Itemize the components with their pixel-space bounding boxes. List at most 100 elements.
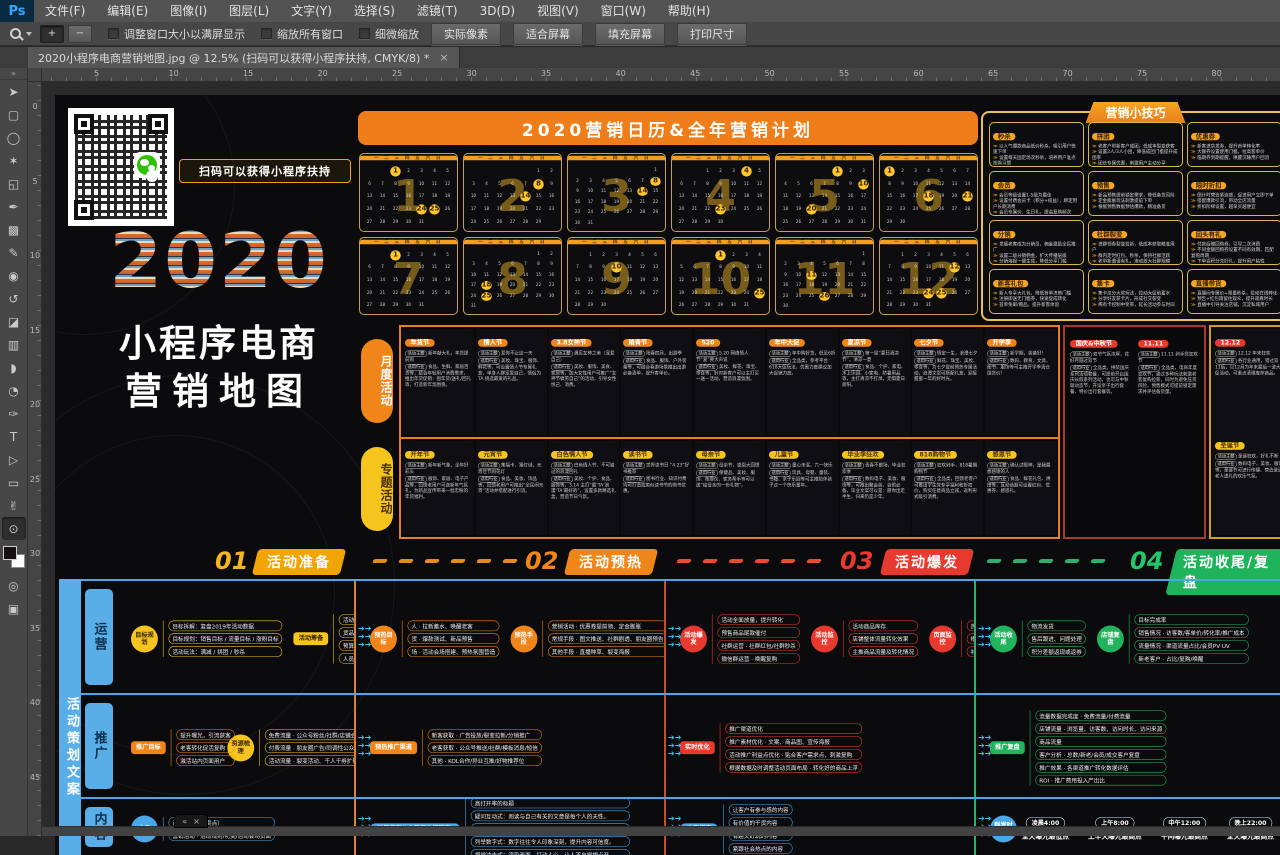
crop-tool[interactable]: ◱ <box>2 172 26 195</box>
options-button[interactable]: 适合屏幕 <box>513 23 583 45</box>
date: 18 <box>744 194 750 200</box>
foreground-color-swatch[interactable] <box>3 546 17 560</box>
options-button[interactable]: 填充屏幕 <box>595 23 665 45</box>
option-checkbox[interactable]: 调整窗口大小以满屏显示 <box>108 26 245 42</box>
date: 21 <box>575 290 581 296</box>
date: 8 <box>705 181 711 187</box>
ruler-number: 40 <box>616 69 626 78</box>
pen-tool[interactable]: ✑ <box>2 402 26 425</box>
phase-number: 03 <box>840 547 873 575</box>
tab-close-icon[interactable]: × <box>439 51 448 64</box>
menu-item[interactable]: 编辑(E) <box>96 0 159 22</box>
option-checkbox[interactable]: 细微缩放 <box>359 26 419 42</box>
menu-item[interactable]: 图层(L) <box>218 0 280 22</box>
dates-grid: 1234567891011121314151617181920212223242… <box>363 165 454 229</box>
magic-wand-tool[interactable]: ✶ <box>2 149 26 172</box>
zoom-tool-badge[interactable] <box>6 26 36 41</box>
date: 29 <box>536 219 542 225</box>
dates-grid: 1234567891011121314151617181920212223242… <box>467 249 558 313</box>
document-tab[interactable]: 2020小程序电商营销地图.jpg @ 12.5% (扫码可以获得小程序扶持, … <box>28 47 460 68</box>
empty-date <box>679 252 685 258</box>
path-select-tool[interactable]: ▷ <box>2 448 26 471</box>
date: 13 <box>952 181 958 187</box>
mini-panel-icon[interactable]: × <box>193 817 200 826</box>
color-swatches[interactable] <box>3 546 25 568</box>
menu-item[interactable]: 视图(V) <box>526 0 590 22</box>
date: 1 <box>653 168 659 173</box>
menu-item[interactable]: 图像(I) <box>159 0 218 22</box>
checkbox-icon[interactable] <box>359 28 370 39</box>
date: 24 <box>731 207 737 213</box>
mindmap-leaves: 提升曝光，引流获客老客转化促活复购激活站内页面用户 <box>171 730 235 766</box>
brush-tool[interactable]: ✎ <box>2 241 26 264</box>
menu-item[interactable]: 3D(D) <box>469 0 526 22</box>
shape-tool[interactable]: ▭ <box>2 471 26 494</box>
options-button[interactable]: 实际像素 <box>431 23 501 45</box>
blur-tool[interactable]: ◗ <box>2 356 26 379</box>
healing-brush-tool[interactable]: ▩ <box>2 218 26 241</box>
clone-stamp-tool[interactable]: ◉ <box>2 264 26 287</box>
empty-date <box>523 168 529 174</box>
empty-date <box>471 251 477 256</box>
tip-lines: ≫ 付款后赠回购券，引导二次消费≫ 不同金额回购券设置不同有效期，匹配复购周期≫… <box>1191 242 1278 265</box>
date: 1 <box>536 168 542 174</box>
date: 14 <box>380 194 386 200</box>
type-tool[interactable]: T <box>2 425 26 448</box>
document-canvas[interactable]: 扫码可以获得小程序扶持 2020 小程序电商 营销地图 2020营销日历&全年营… <box>42 82 1280 836</box>
checkbox-icon[interactable] <box>261 28 272 39</box>
ruler-number: 20 <box>29 400 41 409</box>
mini-panel-icon[interactable]: « <box>182 817 187 826</box>
gradient-tool[interactable]: ▥ <box>2 333 26 356</box>
menu-item[interactable]: 选择(S) <box>343 0 406 22</box>
special-activity-card: 元宵节活动主题集福卡、猜灯谜，元宵佳节闹花灯适用行业食品、美妆、饰品等，回馈老用… <box>476 441 547 535</box>
date: 29 <box>536 294 542 299</box>
activity-industry: 适用行业图书行业、知识付费均可打造成类似读书节的购书优惠。 <box>623 475 690 494</box>
tip-line: ≫ 临期券到期提醒，唤醒沉睡用户回流 <box>1191 155 1278 161</box>
mindmap-root: 预热推广渠道 <box>370 741 417 754</box>
quick-mask-icon[interactable]: ◎ <box>2 574 26 597</box>
zoom-tool[interactable]: ⊙ <box>2 517 26 540</box>
date: 10 <box>471 273 477 278</box>
horizontal-scrollbar[interactable] <box>42 826 1280 836</box>
mindmap-leaf: 营销活动 · 优惠券提前领、定金膨胀 <box>548 621 664 632</box>
dash <box>398 559 414 563</box>
checkbox-icon[interactable] <box>108 28 119 39</box>
mindmap-leaf: ROI · 推广费用投入产出比 <box>1035 775 1166 786</box>
special-activity-card: 母亲节活动主题母亲节，感恩大回馈适用行业保健品、美妆、服饰、按摩仪、家务帮手等可… <box>694 441 765 535</box>
marquee-tool[interactable]: ▢ <box>2 103 26 126</box>
hand-tool[interactable]: ✌ <box>2 494 26 517</box>
lasso-tool[interactable]: ◯ <box>2 126 26 149</box>
mindmap-leaf: 售后跟进、问题处理 <box>1028 633 1086 644</box>
history-brush-tool[interactable]: ↺ <box>2 287 26 310</box>
date: 26 <box>679 303 685 309</box>
date: 10 <box>471 194 477 200</box>
menu-item[interactable]: 窗口(W) <box>590 0 657 22</box>
date: 30 <box>913 303 919 309</box>
zoom-out-button[interactable]: − <box>68 25 92 43</box>
dodge-tool[interactable]: ◔ <box>2 379 26 402</box>
mindmap-leaves: 活动商品库存店铺整体流量转化效果主推商品流量及转化情况 <box>843 621 918 657</box>
date: 21 <box>848 283 854 288</box>
date: 17 <box>861 194 867 200</box>
option-checkbox[interactable]: 缩放所有窗口 <box>261 26 343 42</box>
screen-mode-icon[interactable]: ▣ <box>2 597 26 620</box>
special-activities-row: 开年节活动主题新年新气象，全年好彩头适用行业服饰、家居、电子产品等，回馈老用户可… <box>401 439 1058 537</box>
mini-panel[interactable]: «× <box>174 814 208 828</box>
highlighted-date: 23 <box>715 204 725 214</box>
toolbar-collapse-icon[interactable]: » <box>0 68 27 80</box>
monthly-activity-card: 年货节活动主题新年献大礼，年货提前购适用行业食品、生鲜、家居百货等，结合年轻用户… <box>403 329 474 435</box>
eraser-tool[interactable]: ◪ <box>2 310 26 333</box>
date: 2 <box>601 252 607 258</box>
phase-dashes <box>677 559 821 563</box>
date: 12 <box>939 181 945 187</box>
move-tool[interactable]: ➤ <box>2 80 26 103</box>
menu-item[interactable]: 帮助(H) <box>657 0 721 22</box>
menu-item[interactable]: 滤镜(T) <box>406 0 469 22</box>
zoom-in-button[interactable]: + <box>40 25 64 43</box>
menu-item[interactable]: 文字(Y) <box>280 0 343 22</box>
menu-item[interactable]: 文件(F) <box>34 0 96 22</box>
date: 3 <box>588 178 594 183</box>
eyedropper-tool[interactable]: ✒ <box>2 195 26 218</box>
options-button[interactable]: 打印尺寸 <box>677 23 747 45</box>
date: 12 <box>614 189 620 194</box>
